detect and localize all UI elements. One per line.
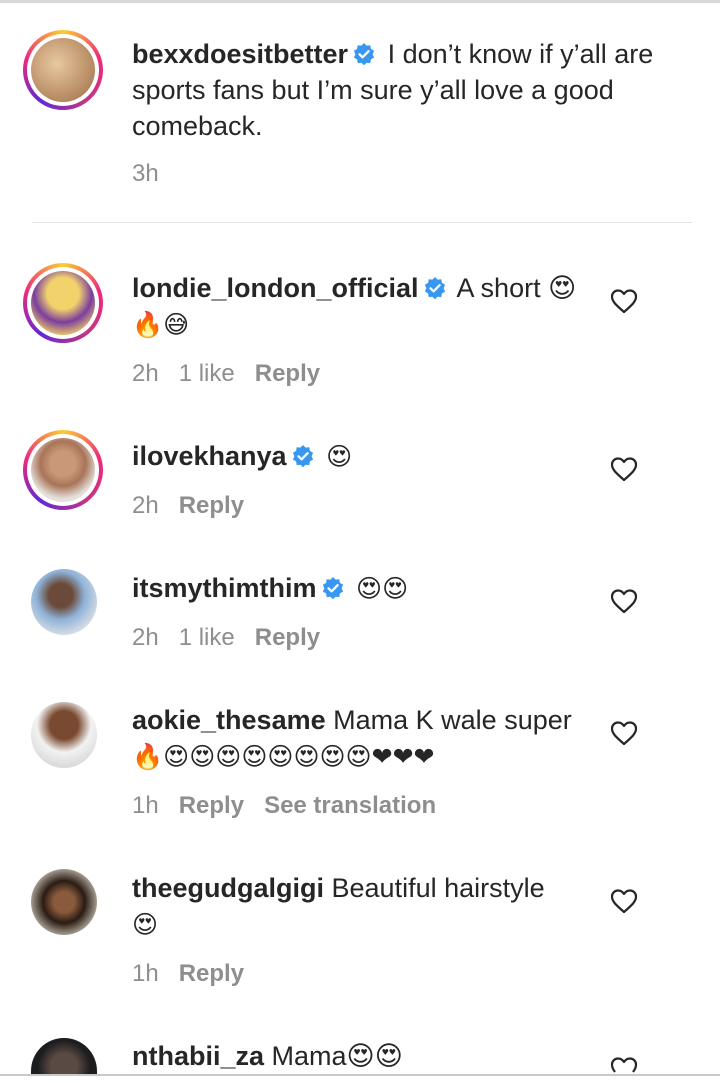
username[interactable]: londie_london_official [132,273,419,303]
comment-body: 😍😍 [356,574,409,603]
reply-button[interactable]: Reply [179,492,244,519]
comment-text: nthabii_za Mama😍😍 [132,1038,592,1074]
reply-button[interactable]: Reply [179,792,244,819]
avatar-londie_london_official[interactable] [23,263,103,343]
timestamp: 1h [132,792,159,819]
comment-body: Mama😍😍 [271,1041,403,1071]
comment-text: theegudgalgigi Beautiful hairstyle 😍 [132,870,592,943]
avatar-theegudgalgigi[interactable] [31,869,97,935]
avatar-bexxdoesitbetter[interactable] [23,30,103,110]
comment-body: A short 😍 [456,273,577,303]
see-translation-button[interactable]: See translation [264,792,436,819]
like-heart-icon[interactable] [610,588,638,614]
comment-text: aokie_thesame Mama K wale super 🔥😍😍😍😍😍😍😍… [132,702,592,775]
comment-body: 😍 [326,442,353,471]
comment-body: Mama K wale super [333,705,572,735]
avatar-nthabii_za[interactable] [31,1038,97,1074]
comment-meta: 2h Reply [132,492,264,520]
comment-meta: 1h Reply See translation [132,792,456,820]
timestamp: 2h [132,360,159,387]
verified-badge-icon [292,445,313,468]
reply-button[interactable]: Reply [255,624,320,651]
verified-badge-icon [424,277,445,300]
comment-text: ilovekhanya 😍 [132,438,592,475]
username[interactable]: itsmythimthim [132,573,317,603]
like-heart-icon[interactable] [610,888,638,914]
reply-button[interactable]: Reply [255,360,320,387]
comment-meta: 2h 1 like Reply [132,624,340,652]
avatar-ilovekhanya[interactable] [23,430,103,510]
username[interactable]: theegudgalgigi [132,873,324,903]
like-count[interactable]: 1 like [179,360,235,387]
comment-body-line2: 🔥😍😍😍😍😍😍😍😍❤❤❤ [132,742,435,771]
comment-body-line2: 🔥😅 [132,310,190,339]
like-heart-icon[interactable] [610,1056,638,1074]
avatar-itsmythimthim[interactable] [31,569,97,635]
timestamp: 3h [132,160,159,187]
like-count[interactable]: 1 like [179,624,235,651]
bottom-divider [0,1074,720,1076]
top-divider [0,0,720,3]
username[interactable]: ilovekhanya [132,441,287,471]
comment-meta: 2h 1 like Reply [132,360,340,388]
caption-meta: 3h [132,160,179,188]
username[interactable]: bexxdoesitbetter [132,39,348,69]
comment-meta: 1h Reply [132,960,264,988]
comment-body: Beautiful hairstyle [331,873,545,903]
comment-text: itsmythimthim 😍😍 [132,570,592,607]
caption-text: bexxdoesitbetter I don’t know if y’all a… [132,36,672,144]
avatar-aokie_thesame[interactable] [31,702,97,768]
verified-badge-icon [322,577,343,600]
like-heart-icon[interactable] [610,456,638,482]
like-heart-icon[interactable] [610,720,638,746]
timestamp: 2h [132,624,159,651]
username[interactable]: aokie_thesame [132,705,326,735]
like-heart-icon[interactable] [610,288,638,314]
timestamp: 2h [132,492,159,519]
caption-divider [32,222,692,223]
reply-button[interactable]: Reply [179,960,244,987]
timestamp: 1h [132,960,159,987]
comment-body-line2: 😍 [132,910,159,939]
comment-text: londie_london_official A short 😍 🔥😅 [132,270,592,343]
username[interactable]: nthabii_za [132,1041,264,1071]
verified-badge-icon [353,43,375,66]
